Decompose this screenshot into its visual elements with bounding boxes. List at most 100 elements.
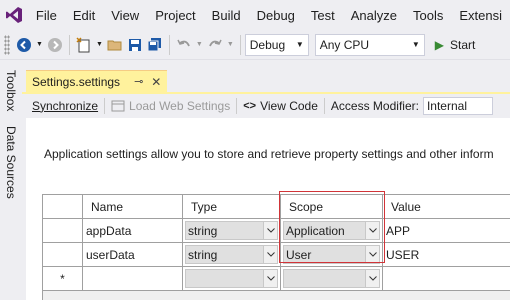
side-tool-strip: Toolbox Data Sources (0, 60, 22, 300)
synchronize-label: Synchronize (32, 99, 99, 113)
toolbox-tab[interactable]: Toolbox (4, 70, 18, 111)
access-modifier-value: Internal (426, 99, 467, 113)
web-settings-icon (111, 100, 125, 112)
setting-type-select[interactable]: string (183, 219, 281, 243)
dropdown-field: Application (283, 221, 380, 240)
navigate-forward-icon[interactable] (45, 34, 65, 56)
start-debugging-button[interactable]: ▶ Start (435, 38, 476, 52)
new-row: * (43, 267, 510, 291)
load-web-settings-label: Load Web Settings (129, 99, 231, 113)
scope-value: Application (286, 223, 345, 238)
column-header-name[interactable]: Name (83, 195, 183, 219)
menu-file[interactable]: File (28, 0, 65, 30)
chevron-down-icon[interactable] (365, 246, 379, 263)
solution-configuration-select[interactable]: Debug ▼ (244, 33, 309, 56)
settings-designer: Synchronize Load Web Settings <> View Co… (26, 94, 510, 300)
designer-toolbar: Synchronize Load Web Settings <> View Co… (26, 94, 510, 118)
column-header-type[interactable]: Type (183, 195, 281, 219)
open-file-icon[interactable] (105, 34, 125, 56)
chevron-down-icon: ▼ (295, 40, 304, 49)
document-tab-settings[interactable]: Settings.settings ⊸ ✕ (26, 70, 168, 92)
save-all-icon[interactable] (145, 34, 165, 56)
synchronize-button[interactable]: Synchronize (26, 99, 104, 113)
access-modifier-label: Access Modifier: (330, 99, 419, 113)
toolbar-separator (168, 34, 170, 55)
save-icon[interactable] (125, 34, 145, 56)
load-web-settings-button[interactable]: Load Web Settings (105, 99, 236, 113)
setting-name-cell[interactable]: userData (83, 243, 183, 267)
toolbar-grip[interactable] (4, 34, 10, 55)
setting-scope-select[interactable]: User (281, 243, 383, 267)
dropdown-arrow-icon[interactable]: ▼ (194, 34, 205, 56)
column-header-value[interactable]: Value (383, 195, 510, 219)
pin-icon[interactable]: ⊸ (134, 75, 143, 88)
access-modifier-group: Access Modifier: Internal (325, 97, 499, 115)
setting-scope-select[interactable]: Application (281, 219, 383, 243)
designer-description: Application settings allow you to store … (44, 147, 494, 161)
dropdown-arrow-icon[interactable]: ▼ (94, 34, 105, 56)
new-setting-value-cell[interactable] (383, 267, 510, 291)
play-icon: ▶ (434, 37, 444, 52)
dropdown-field (283, 269, 380, 288)
grid-header-row: Name Type Scope Value (43, 195, 510, 219)
chevron-down-icon[interactable] (263, 270, 277, 287)
row-header[interactable] (43, 219, 83, 243)
solution-platform-select[interactable]: Any CPU ▼ (314, 33, 425, 56)
setting-value-cell[interactable]: USER (383, 243, 510, 267)
access-modifier-select[interactable]: Internal (422, 97, 493, 115)
platform-value: Any CPU (319, 37, 370, 52)
new-project-icon[interactable] (74, 34, 94, 56)
scope-value: User (286, 247, 312, 262)
toolbar-separator (68, 34, 70, 55)
menu-bar: File Edit View Project Build Debug Test … (0, 0, 510, 30)
menu-view[interactable]: View (103, 0, 147, 30)
dropdown-arrow-icon[interactable]: ▼ (34, 34, 45, 56)
menu-edit[interactable]: Edit (65, 0, 103, 30)
menu-debug[interactable]: Debug (249, 0, 303, 30)
new-row-marker[interactable]: * (43, 267, 83, 291)
setting-value-cell[interactable]: APP (383, 219, 510, 243)
new-setting-type-select[interactable] (183, 267, 281, 291)
row-header-corner[interactable] (43, 195, 83, 219)
dropdown-field (185, 269, 278, 288)
menu-project[interactable]: Project (147, 0, 203, 30)
chevron-down-icon[interactable] (365, 270, 379, 287)
menu-analyze[interactable]: Analyze (343, 0, 405, 30)
column-header-scope[interactable]: Scope (281, 195, 383, 219)
menu-build[interactable]: Build (204, 0, 249, 30)
type-value: string (188, 247, 218, 262)
document-tab-title: Settings.settings (32, 74, 121, 89)
row-header[interactable] (43, 243, 83, 267)
toolbar-separator (239, 34, 241, 55)
dropdown-field: string (185, 221, 278, 240)
visual-studio-logo-icon (0, 0, 28, 30)
dropdown-field: User (283, 245, 380, 264)
type-value: string (188, 223, 218, 238)
close-icon[interactable]: ✕ (151, 75, 161, 89)
table-row: appData string Application APP (43, 219, 510, 243)
menu-extensions[interactable]: Extensi (451, 0, 510, 30)
redo-icon[interactable] (205, 34, 225, 56)
new-setting-scope-select[interactable] (281, 267, 383, 291)
data-sources-tab[interactable]: Data Sources (4, 126, 18, 199)
setting-type-select[interactable]: string (183, 243, 281, 267)
configuration-value: Debug (249, 37, 286, 52)
view-code-button[interactable]: <> View Code (237, 99, 324, 113)
dropdown-field: string (185, 245, 278, 264)
chevron-down-icon: ▼ (411, 40, 420, 49)
chevron-down-icon[interactable] (263, 246, 277, 263)
dropdown-arrow-icon[interactable]: ▼ (225, 34, 236, 56)
code-brackets-icon: <> (243, 100, 257, 112)
navigate-back-icon[interactable] (14, 34, 34, 56)
table-row: userData string User USER (43, 243, 510, 267)
menu-test[interactable]: Test (303, 0, 343, 30)
settings-grid: Name Type Scope Value appData string App… (42, 194, 510, 300)
chevron-down-icon[interactable] (365, 222, 379, 239)
view-code-label: View Code (260, 99, 318, 113)
standard-toolbar: ▼ ▼ ▼ ▼ Debug ▼ Any CPU ▼ ▶ Start (0, 30, 510, 60)
setting-name-cell[interactable]: appData (83, 219, 183, 243)
chevron-down-icon[interactable] (263, 222, 277, 239)
undo-icon[interactable] (174, 34, 194, 56)
new-setting-name-cell[interactable] (83, 267, 183, 291)
menu-tools[interactable]: Tools (405, 0, 451, 30)
